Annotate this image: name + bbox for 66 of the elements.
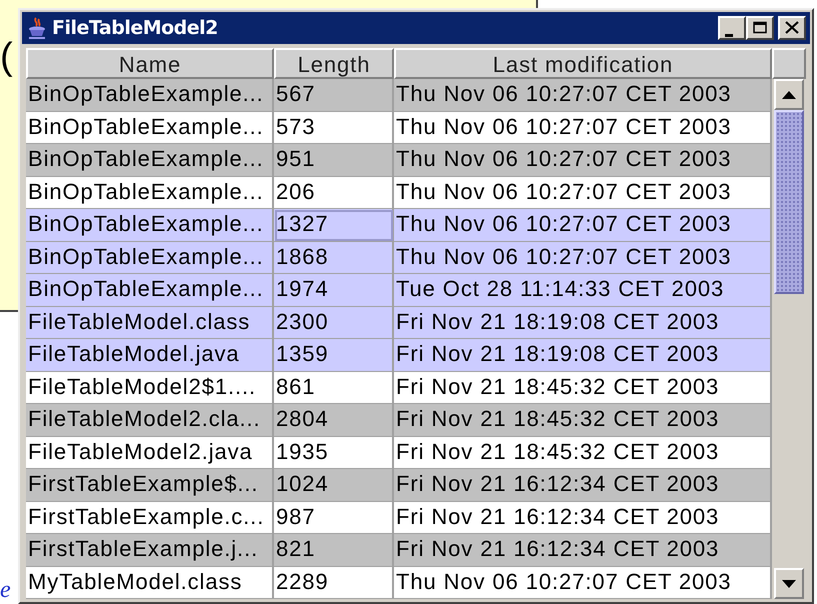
table-cell[interactable]: 1024 [274,469,394,502]
table-cell[interactable]: 1935 [274,436,394,469]
parenthesis-fragment: ( [0,38,13,76]
close-icon [784,21,800,35]
table-cell[interactable]: 987 [274,502,394,534]
table-cell[interactable]: 1974 [274,274,394,306]
table-cell[interactable]: 821 [274,534,394,566]
table-cell[interactable]: BinOpTableExample... [26,274,274,306]
table-cell[interactable]: Fri Nov 21 18:19:08 CET 2003 [394,306,772,339]
table-cell[interactable]: Fri Nov 21 18:45:32 CET 2003 [394,436,772,469]
table-cell[interactable]: MyTableModel.class [26,566,274,599]
table-cell[interactable]: Tue Oct 28 11:14:33 CET 2003 [394,274,772,306]
table-cell[interactable]: 567 [274,79,394,112]
up-arrow-icon [782,90,796,98]
close-button[interactable] [778,16,806,40]
table-cell[interactable]: 206 [274,176,394,209]
table-cell[interactable]: Fri Nov 21 16:12:34 CET 2003 [394,534,772,566]
table-cell[interactable]: 2804 [274,404,394,436]
down-arrow-icon [782,580,796,588]
table-cell[interactable]: FileTableModel.java [26,339,274,372]
table-cell[interactable]: BinOpTableExample... [26,112,274,144]
scroll-down-button[interactable] [774,568,804,599]
table-cell[interactable]: 2300 [274,306,394,339]
maximize-button[interactable] [746,16,774,40]
table-cell[interactable]: BinOpTableExample... [26,209,274,242]
table-cell[interactable]: BinOpTableExample... [26,242,274,274]
table-cell[interactable]: 573 [274,112,394,144]
table-cell[interactable]: BinOpTableExample... [26,79,274,112]
table-cell[interactable]: FileTableModel2.cla... [26,404,274,436]
table-cell[interactable]: Thu Nov 06 10:27:07 CET 2003 [394,112,772,144]
table-cell[interactable]: BinOpTableExample... [26,144,274,176]
scroll-up-button[interactable] [774,79,804,110]
table-cell[interactable]: BinOpTableExample... [26,176,274,209]
java-cup-icon [26,16,48,40]
table-cell[interactable]: 1868 [274,242,394,274]
table-cell[interactable]: Thu Nov 06 10:27:07 CET 2003 [394,176,772,209]
column-header[interactable]: Last modification [394,48,772,79]
maximize-icon [752,21,768,35]
table-cell[interactable]: Fri Nov 21 16:12:34 CET 2003 [394,502,772,534]
table-cell[interactable]: Thu Nov 06 10:27:07 CET 2003 [394,144,772,176]
table-cell[interactable]: Thu Nov 06 10:27:07 CET 2003 [394,566,772,599]
table-cell[interactable]: Thu Nov 06 10:27:07 CET 2003 [394,209,772,242]
table-cell[interactable]: Fri Nov 21 18:45:32 CET 2003 [394,372,772,404]
table-cell[interactable]: Fri Nov 21 18:45:32 CET 2003 [394,404,772,436]
table-cell[interactable]: FileTableModel2.java [26,436,274,469]
table-cell[interactable]: FirstTableExample.j... [26,534,274,566]
table-cell[interactable]: Fri Nov 21 18:19:08 CET 2003 [394,339,772,372]
minimize-button[interactable] [718,16,746,40]
column-header[interactable]: Length [274,48,394,79]
table-cell[interactable]: 951 [274,144,394,176]
table-cell[interactable]: Fri Nov 21 16:12:34 CET 2003 [394,469,772,502]
minimize-icon [725,34,733,36]
table-cell[interactable]: FirstTableExample$... [26,469,274,502]
table-cell[interactable]: 2289 [274,566,394,599]
table-cell[interactable]: 1327 [274,209,394,242]
table-cell[interactable]: FirstTableExample.c... [26,502,274,534]
table-cell[interactable]: FileTableModel.class [26,306,274,339]
table-cell[interactable]: FileTableModel2$1.... [26,372,274,404]
window-title: FileTableModel2 [52,16,218,41]
table-cell[interactable]: Thu Nov 06 10:27:07 CET 2003 [394,242,772,274]
scrollbar-thumb[interactable] [774,110,804,294]
table-cell[interactable]: 861 [274,372,394,404]
table-cell[interactable]: Thu Nov 06 10:27:07 CET 2003 [394,79,772,112]
table-cell[interactable]: 1359 [274,339,394,372]
column-header[interactable]: Name [26,48,274,79]
text-fragment: e [0,578,11,602]
